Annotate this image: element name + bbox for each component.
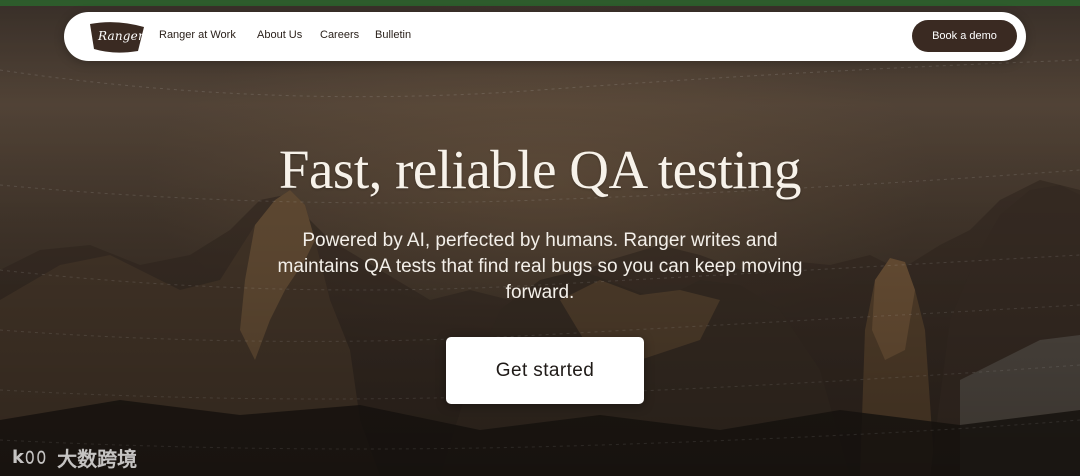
get-started-button[interactable]: Get started: [446, 337, 644, 404]
nav-link-careers[interactable]: Careers: [320, 29, 359, 41]
watermark-logo: k𝟶𝟶: [12, 447, 48, 468]
nav-link-bulletin[interactable]: Bulletin: [375, 29, 411, 41]
nav-link-ranger-at-work[interactable]: Ranger at Work: [159, 29, 236, 41]
hero-subtext: Powered by AI, perfected by humans. Rang…: [277, 230, 803, 303]
watermark-text: 大数跨境: [57, 447, 138, 471]
nav-link-about-us[interactable]: About Us: [257, 29, 302, 41]
hero-headline: Fast, reliable QA testing: [278, 139, 802, 200]
watermark: k𝟶𝟶 大数跨境: [12, 443, 137, 472]
book-demo-button[interactable]: Book a demo: [912, 20, 1017, 52]
logo-text: Ranger: [98, 29, 144, 43]
